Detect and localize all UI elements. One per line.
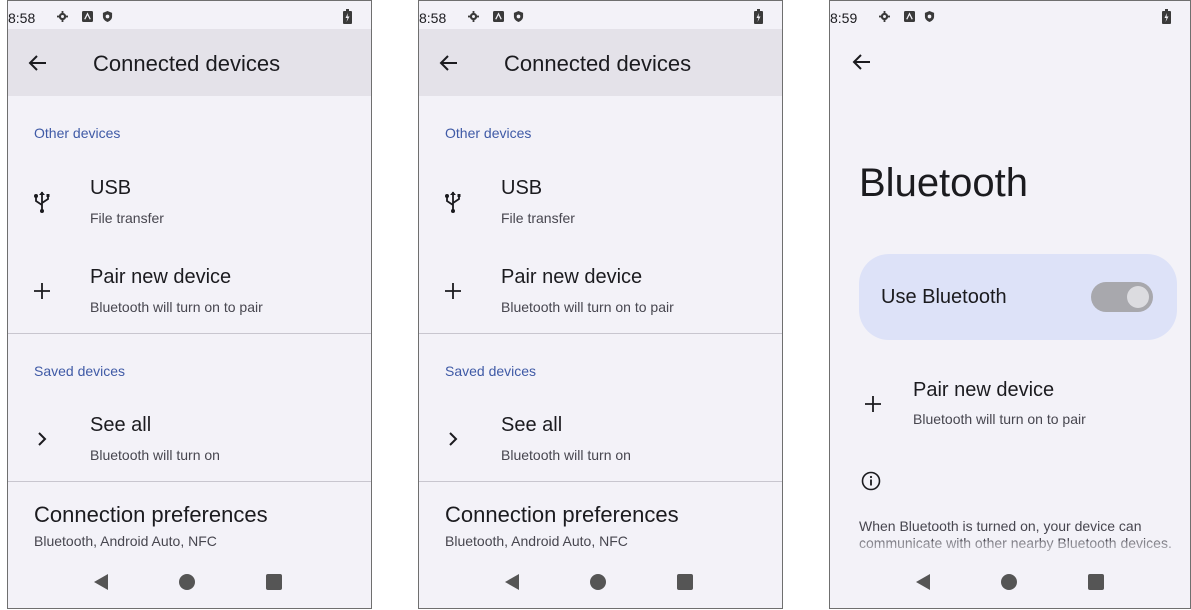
- pair-title: Pair new device: [90, 266, 232, 288]
- a-badge-icon: [493, 11, 504, 22]
- page-title: Bluetooth: [859, 161, 1029, 205]
- shield-icon: [513, 11, 524, 22]
- home-circle-icon[interactable]: [999, 572, 1019, 592]
- app-bar: Connected devices: [419, 29, 782, 96]
- status-bar: 8:58: [8, 1, 371, 29]
- battery-charging-icon: [343, 9, 352, 24]
- a-badge-icon: [82, 11, 93, 22]
- plus-icon: [34, 283, 50, 299]
- section-header-other-devices: Other devices: [34, 125, 121, 141]
- status-time: 8:59: [830, 10, 858, 26]
- usb-title: USB: [501, 177, 543, 199]
- see-all-subtitle: Bluetooth will turn on: [501, 447, 631, 463]
- recents-square-icon[interactable]: [264, 572, 284, 592]
- use-bluetooth-card[interactable]: Use Bluetooth: [859, 254, 1177, 340]
- see-all-subtitle: Bluetooth will turn on: [90, 447, 220, 463]
- divider: [8, 481, 371, 482]
- shield-icon: [924, 11, 935, 22]
- shield-icon: [102, 11, 113, 22]
- list-item-pair-new-device[interactable]: Pair new device Bluetooth will turn on t…: [419, 258, 782, 328]
- list-item-see-all[interactable]: See all Bluetooth will turn on: [8, 406, 371, 476]
- usb-icon: [34, 191, 50, 213]
- list-item-see-all[interactable]: See all Bluetooth will turn on: [419, 406, 782, 476]
- chevron-right-icon: [449, 432, 458, 446]
- plus-icon: [865, 396, 881, 412]
- navigation-bar: [8, 556, 371, 608]
- info-icon: [861, 471, 881, 491]
- bluetooth-toggle[interactable]: [1091, 282, 1153, 312]
- use-bluetooth-label: Use Bluetooth: [881, 286, 1007, 308]
- usb-subtitle: File transfer: [501, 210, 575, 226]
- list-item-connection-preferences[interactable]: Connection preferences Bluetooth, Androi…: [8, 492, 371, 562]
- battery-charging-icon: [754, 9, 763, 24]
- list-item-usb[interactable]: USB File transfer: [419, 169, 782, 239]
- usb-icon: [445, 191, 461, 213]
- back-triangle-icon[interactable]: [91, 572, 111, 592]
- divider: [419, 333, 782, 334]
- gear-icon: [57, 11, 68, 22]
- connection-preferences-subtitle: Bluetooth, Android Auto, NFC: [445, 533, 628, 549]
- recents-square-icon[interactable]: [1086, 572, 1106, 592]
- pair-subtitle: Bluetooth will turn on to pair: [501, 299, 674, 315]
- see-all-title: See all: [90, 414, 152, 436]
- home-circle-icon[interactable]: [588, 572, 608, 592]
- home-circle-icon[interactable]: [177, 572, 197, 592]
- arrow-back-icon[interactable]: [852, 53, 872, 71]
- usb-title: USB: [90, 177, 132, 199]
- pair-subtitle: Bluetooth will turn on to pair: [913, 411, 1086, 427]
- toggle-thumb: [1127, 286, 1149, 308]
- status-bar: 8:58: [419, 1, 782, 29]
- section-header-other-devices: Other devices: [445, 125, 532, 141]
- plus-icon: [445, 283, 461, 299]
- status-time: 8:58: [8, 10, 36, 26]
- phone-screen-bluetooth: 8:59 Bluetooth Use Bluetooth Pair new de…: [829, 0, 1191, 609]
- usb-subtitle: File transfer: [90, 210, 164, 226]
- battery-charging-icon: [1162, 9, 1171, 24]
- back-triangle-icon[interactable]: [502, 572, 522, 592]
- arrow-back-icon[interactable]: [28, 54, 48, 72]
- a-badge-icon: [904, 11, 915, 22]
- divider: [419, 481, 782, 482]
- phone-screen-connected-devices-2: 8:58 Connected devices Other devices USB…: [418, 0, 783, 609]
- see-all-title: See all: [501, 414, 563, 436]
- navigation-bar: [419, 556, 782, 608]
- arrow-back-icon[interactable]: [439, 54, 459, 72]
- chevron-right-icon: [38, 432, 47, 446]
- section-header-saved-devices: Saved devices: [34, 363, 126, 379]
- connection-preferences-subtitle: Bluetooth, Android Auto, NFC: [34, 533, 217, 549]
- section-header-saved-devices: Saved devices: [445, 363, 537, 379]
- status-bar: 8:59: [830, 1, 1190, 29]
- pair-title: Pair new device: [501, 266, 643, 288]
- page-title: Connected devices: [93, 51, 281, 76]
- list-item-usb[interactable]: USB File transfer: [8, 169, 371, 239]
- connection-preferences-title: Connection preferences: [445, 502, 679, 527]
- pair-subtitle: Bluetooth will turn on to pair: [90, 299, 263, 315]
- status-time: 8:58: [419, 10, 447, 26]
- navigation-bar: [830, 556, 1190, 608]
- divider: [8, 333, 371, 334]
- back-triangle-icon[interactable]: [913, 572, 933, 592]
- pair-title: Pair new device: [913, 379, 1055, 401]
- app-bar: Connected devices: [8, 29, 371, 96]
- list-item-pair-new-device[interactable]: Pair new device Bluetooth will turn on t…: [8, 258, 371, 328]
- list-item-pair-new-device[interactable]: Pair new device Bluetooth will turn on t…: [830, 371, 1190, 441]
- list-item-connection-preferences[interactable]: Connection preferences Bluetooth, Androi…: [419, 492, 782, 562]
- gear-icon: [879, 11, 890, 22]
- recents-square-icon[interactable]: [675, 572, 695, 592]
- page-title: Connected devices: [504, 51, 692, 76]
- gear-icon: [468, 11, 479, 22]
- phone-screen-connected-devices-1: 8:58 Connected devices Other devices USB…: [7, 0, 372, 609]
- connection-preferences-title: Connection preferences: [34, 502, 268, 527]
